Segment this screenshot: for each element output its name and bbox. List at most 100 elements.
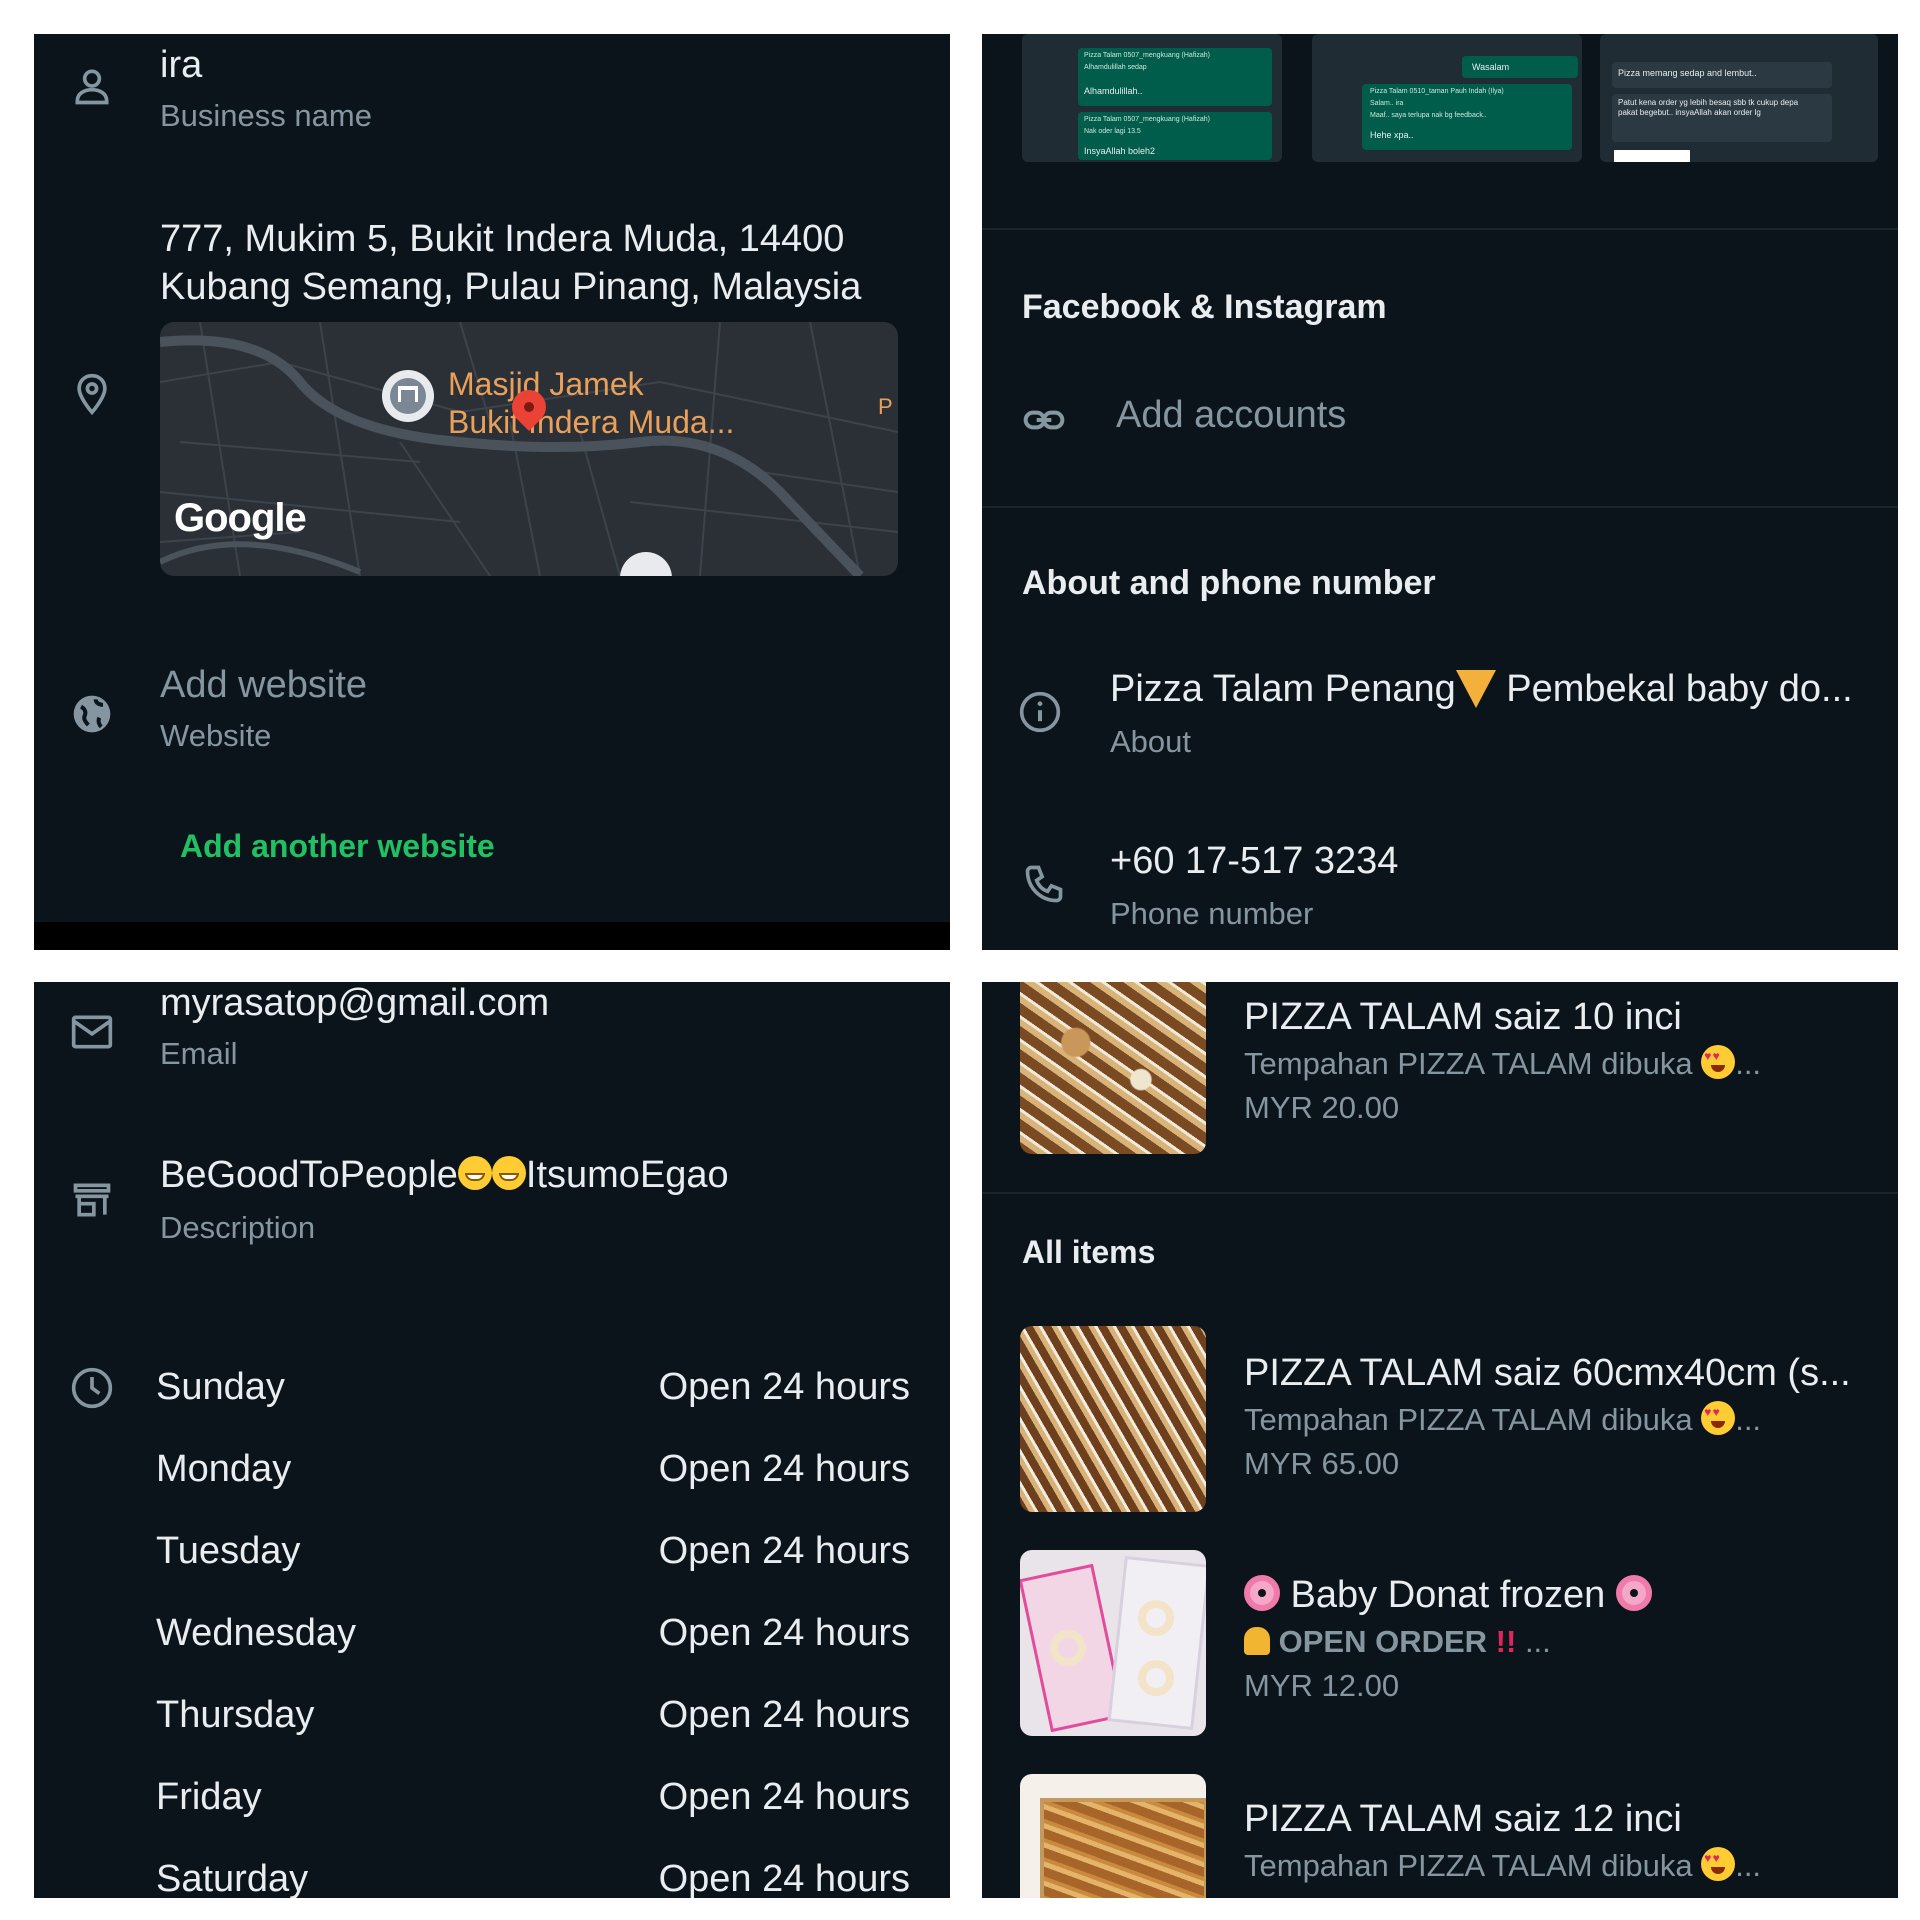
person-icon (70, 64, 114, 108)
email-label: Email (160, 1036, 238, 1071)
donut-thumbnail (1020, 1550, 1206, 1736)
map-place-name-2: Bukit Indera Muda... (448, 404, 735, 440)
item-title-text: Baby Donat frozen (1280, 1574, 1616, 1616)
description-text-rest: ItsumoEgao (525, 1154, 729, 1196)
chat-line: Salam.. ira (1370, 100, 1404, 107)
globe-icon (70, 692, 114, 736)
chat-line: Patut kena order yg lebih besaq sbb tk c… (1618, 98, 1799, 117)
about-panel: Pizza Talam 0507_mengkuang (Hafizah) Alh… (982, 34, 1898, 950)
chat-line: Pizza memang sedap and lembut.. (1618, 68, 1757, 78)
ellipsis: ... (1735, 1402, 1762, 1437)
info-icon (1018, 690, 1062, 734)
review-image-1[interactable]: Pizza Talam 0507_mengkuang (Hafizah) Alh… (1022, 34, 1282, 162)
catalog-panel: PIZZA TALAM saiz 10 inci Tempahan PIZZA … (982, 982, 1898, 1898)
social-heading: Facebook & Instagram (1022, 288, 1387, 326)
hours-value: Open 24 hours (658, 1366, 910, 1408)
heart-eyes-emoji-icon (1701, 1400, 1736, 1435)
item-title: Baby Donat frozen (1244, 1574, 1652, 1617)
business-info-panel: ira Business name 777, Mukim 5, Bukit In… (34, 34, 950, 950)
divider (982, 506, 1898, 508)
hours-value: Open 24 hours (658, 1858, 910, 1898)
chat-line: Maaf.. saya terlupa nak bg feedback.. (1370, 112, 1487, 119)
hours-day: Friday (156, 1776, 262, 1818)
catalog-item[interactable]: Baby Donat frozen OPEN ORDER !! ... MYR … (982, 1550, 1898, 1736)
review-image-2[interactable]: Wasalam Pizza Talam 0510_taman Pauh Inda… (1312, 34, 1582, 162)
about-label: About (1110, 724, 1192, 759)
add-another-website-link[interactable]: Add another website (180, 828, 495, 865)
chat-line: Nak oder lagi 13.5 (1084, 128, 1141, 135)
item-price: MYR 20.00 (1244, 1090, 1400, 1125)
website-value[interactable]: Add website (160, 664, 367, 707)
catalog-item[interactable]: PIZZA TALAM saiz 10 inci Tempahan PIZZA … (982, 982, 1898, 1162)
about-text: Pizza Talam Penang (1110, 668, 1456, 710)
mosque-marker-icon[interactable] (382, 370, 434, 422)
pizza-emoji-icon (1455, 669, 1496, 708)
item-title: PIZZA TALAM saiz 12 inci (1244, 1798, 1682, 1840)
item-description: Tempahan PIZZA TALAM dibuka ... (1244, 1846, 1762, 1885)
chat-line: Alhamdulillah sedap (1084, 64, 1147, 71)
item-title: PIZZA TALAM saiz 60cmx40cm (s... (1244, 1352, 1851, 1394)
hours-day: Saturday (156, 1858, 309, 1898)
storefront-icon (70, 1178, 114, 1222)
item-description: Tempahan PIZZA TALAM dibuka ... (1244, 1044, 1762, 1083)
heart-eyes-emoji-icon (1701, 1044, 1736, 1079)
ellipsis: ... (1524, 1624, 1551, 1659)
hours-value: Open 24 hours (658, 1694, 910, 1736)
hours-day: Sunday (156, 1366, 285, 1408)
address-line-2[interactable]: Kubang Semang, Pulau Pinang, Malaysia (160, 266, 861, 309)
phone-value[interactable]: +60 17-517 3234 (1110, 840, 1398, 883)
item-description-text: OPEN ORDER (1270, 1624, 1496, 1659)
chat-line: InsyaAllah boleh2 (1084, 146, 1156, 156)
add-accounts-button[interactable]: Add accounts (1116, 394, 1346, 437)
map-place-name-1: Masjid Jamek (448, 366, 644, 402)
email-icon (70, 1010, 114, 1054)
chat-line: Wasalam (1472, 62, 1510, 72)
hours-value: Open 24 hours (658, 1448, 910, 1490)
about-value[interactable]: Pizza Talam Penang Pembekal baby do... (1110, 668, 1853, 711)
item-description-text: Tempahan PIZZA TALAM dibuka (1244, 1402, 1693, 1437)
description-value[interactable]: BeGoodToPeople ItsumoEgao (160, 1154, 729, 1197)
hours-value: Open 24 hours (658, 1776, 910, 1818)
contact-hours-panel: myrasatop@gmail.com Email BeGoodToPeople… (34, 982, 950, 1898)
divider (982, 1192, 1898, 1194)
hours-day: Thursday (156, 1694, 315, 1736)
business-name-value[interactable]: ira (160, 44, 202, 87)
double-exclamation-icon: !! (1495, 1624, 1517, 1659)
pizza-thumbnail (1020, 1326, 1206, 1512)
location-map[interactable]: Masjid Jamek Bukit Indera Muda... P Goog… (160, 322, 898, 576)
bell-emoji-icon (1244, 1626, 1270, 1655)
website-label: Website (160, 718, 272, 753)
grinning-emoji-icon (457, 1155, 492, 1190)
pizza-thumbnail (1020, 1774, 1206, 1898)
divider (982, 228, 1898, 230)
link-icon (1022, 398, 1066, 442)
clock-icon (70, 1366, 114, 1410)
hours-day: Tuesday (156, 1530, 301, 1572)
email-value[interactable]: myrasatop@gmail.com (160, 982, 549, 1025)
ellipsis: ... (1735, 1848, 1762, 1883)
grinning-emoji-icon (491, 1155, 526, 1190)
item-description-text: Tempahan PIZZA TALAM dibuka (1244, 1848, 1693, 1883)
pizza-thumbnail (1020, 982, 1206, 1154)
chat-line: Pizza Talam 0507_mengkuang (Hafizah) (1084, 52, 1210, 59)
map-edge-label: P (878, 394, 893, 419)
review-image-3[interactable]: Pizza memang sedap and lembut.. Patut ke… (1600, 34, 1878, 162)
catalog-item[interactable]: PIZZA TALAM saiz 12 inci Tempahan PIZZA … (982, 1774, 1898, 1898)
item-description-text: Tempahan PIZZA TALAM dibuka (1244, 1046, 1693, 1081)
all-items-heading: All items (1022, 1234, 1156, 1270)
business-name-label: Business name (160, 98, 372, 133)
catalog-item[interactable]: PIZZA TALAM saiz 60cmx40cm (s... Tempaha… (982, 1326, 1898, 1512)
bottom-bar (34, 922, 950, 950)
hours-value: Open 24 hours (658, 1612, 910, 1654)
chat-line: Pizza Talam 0507_mengkuang (Hafizah) (1084, 116, 1210, 123)
description-text: BeGoodToPeople (160, 1154, 458, 1196)
address-line-1[interactable]: 777, Mukim 5, Bukit Indera Muda, 14400 (160, 218, 844, 261)
description-label: Description (160, 1210, 316, 1245)
ellipsis: ... (1735, 1046, 1762, 1081)
donut-emoji-icon (1244, 1574, 1280, 1611)
phone-icon (1022, 862, 1066, 906)
item-price: MYR 12.00 (1244, 1668, 1400, 1703)
about-text-rest: Pembekal baby do... (1495, 668, 1853, 710)
about-phone-heading: About and phone number (1022, 564, 1436, 602)
location-pin-icon (70, 372, 114, 416)
